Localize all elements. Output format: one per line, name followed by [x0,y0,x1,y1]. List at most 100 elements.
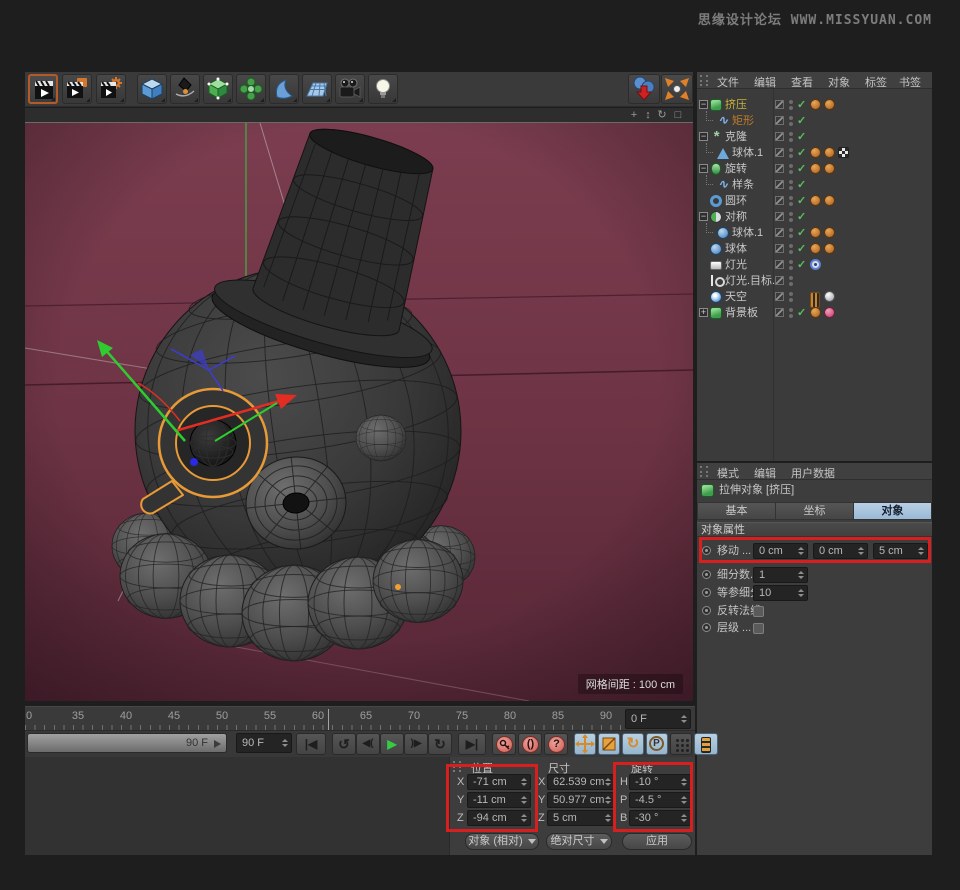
object-row-lathe[interactable]: − 旋转 ✓ [697,161,932,177]
primitive-cube-button[interactable] [137,74,167,104]
tab-coordinates[interactable]: 坐标 [776,502,854,520]
material-tag[interactable] [810,147,821,158]
timeline-ruler[interactable]: 0 35 40 45 50 55 60 65 70 75 80 85 90 0 … [25,706,695,731]
menu-mode[interactable]: 模式 [717,465,739,481]
size-y-field[interactable]: 50.977 cm [547,792,615,808]
stepper-icon[interactable] [680,714,688,724]
keyframe-radio[interactable] [702,623,711,632]
spline-pen-button[interactable] [170,74,200,104]
rotation-h-field[interactable]: -10 ° [629,774,691,790]
menu-edit[interactable]: 编辑 [754,74,776,90]
menu-view[interactable]: 查看 [791,74,813,90]
material-tag[interactable] [810,195,821,206]
next-key-button[interactable]: )▶ [404,733,428,755]
visibility-dots[interactable] [789,308,793,318]
enabled-check[interactable]: ✓ [797,241,806,257]
autokey-button[interactable]: () [518,733,542,755]
loop-button[interactable]: ↻ [428,733,452,755]
movement-y-field[interactable]: 0 cm [813,543,868,559]
stepper-icon[interactable] [797,546,805,556]
visibility-dots[interactable] [789,148,793,158]
collapse-icon[interactable]: − [699,132,708,141]
stepper-icon[interactable] [604,777,612,787]
keyframe-radio[interactable] [702,546,711,555]
layer-box[interactable] [775,276,784,285]
flip-normals-checkbox[interactable] [753,606,764,617]
make-editable-button[interactable] [628,74,660,104]
keying-selection-button[interactable] [670,733,692,755]
material-tag[interactable] [824,147,835,158]
iso-subdivision-field[interactable]: 10 [753,585,808,601]
visibility-dots[interactable] [789,260,793,270]
panel-grip-icon[interactable] [700,466,708,477]
keyframe-help-button[interactable]: ? [544,733,568,755]
stepper-icon[interactable] [680,777,688,787]
enabled-check[interactable]: ✓ [797,161,806,177]
white-material-tag[interactable] [824,291,835,302]
play-button[interactable]: ▶ [380,733,404,755]
menu-tags[interactable]: 标签 [865,74,887,90]
material-tag[interactable] [810,163,821,174]
layer-box[interactable] [775,244,784,253]
keyframe-radio[interactable] [702,588,711,597]
enabled-check[interactable]: ✓ [797,97,806,113]
material-tag[interactable] [824,227,835,238]
layer-box[interactable] [775,164,784,173]
enabled-check[interactable]: ✓ [797,193,806,209]
keyframe-radio[interactable] [702,570,711,579]
size-mode-button[interactable]: 绝对尺寸 [546,833,612,850]
collapse-icon[interactable]: − [699,100,708,109]
layer-box[interactable] [775,212,784,221]
rotate-icon[interactable]: ↻ [655,108,669,122]
menu-edit[interactable]: 编辑 [754,465,776,481]
layer-box[interactable] [775,148,784,157]
object-row-extrude[interactable]: − 挤压 ✓ [697,97,932,113]
layer-box[interactable] [775,116,784,125]
coordinate-mode-button[interactable]: 对象 (相对) [465,833,539,850]
subdivision-surface-button[interactable] [203,74,233,104]
play-backwards-button[interactable]: ↺ [332,733,356,755]
parameter-key-lock-button[interactable]: P [646,733,668,755]
movement-x-field[interactable]: 0 cm [753,543,808,559]
object-row-rectangle[interactable]: ∿ 矩形 ✓ [697,113,932,129]
object-row-spline[interactable]: ∿ 样条 ✓ [697,177,932,193]
render-view-button[interactable] [28,74,58,104]
stepper-icon[interactable] [281,738,289,748]
end-frame-field[interactable]: 0 F [625,709,691,729]
object-row-backdrop[interactable]: + 背景板 ✓ [697,305,932,321]
z-axis-handle[interactable] [190,458,198,466]
enabled-check[interactable]: ✓ [797,177,806,193]
material-tag[interactable] [824,163,835,174]
enabled-check[interactable]: ✓ [797,225,806,241]
hierarchy-checkbox[interactable] [753,623,764,634]
stepper-icon[interactable] [520,813,528,823]
goto-end-button[interactable]: ▶| [458,733,486,755]
visibility-dots[interactable] [789,180,793,190]
maximize-icon[interactable]: □ [671,108,685,122]
visibility-dots[interactable] [789,276,793,286]
layer-box[interactable] [775,260,784,269]
position-y-field[interactable]: -11 cm [467,792,531,808]
stepper-icon[interactable] [520,795,528,805]
enabled-check[interactable]: ✓ [797,145,806,161]
visibility-dots[interactable] [789,212,793,222]
object-row-cloner[interactable]: − * 克隆 ✓ [697,129,932,145]
stepper-icon[interactable] [797,588,805,598]
visibility-dots[interactable] [789,116,793,126]
zoom-icon[interactable]: ↕ [641,108,655,122]
position-z-field[interactable]: -94 cm [467,810,531,826]
object-row-sphere1-clone[interactable]: 球体.1 ✓ [697,145,932,161]
current-frame-field[interactable]: 90 F [236,733,292,753]
menu-bookmarks[interactable]: 书签 [899,74,921,90]
layer-box[interactable] [775,228,784,237]
visibility-dots[interactable] [789,100,793,110]
rotation-p-field[interactable]: -4.5 ° [629,792,691,808]
tab-basic[interactable]: 基本 [697,502,776,520]
material-tag[interactable] [824,243,835,254]
section-object-properties[interactable]: 对象属性 [697,522,932,537]
object-row-sphere1[interactable]: 球体.1 ✓ [697,225,932,241]
panel-grip-icon[interactable] [700,75,708,86]
timeline-scrubber[interactable]: 90 F [27,733,227,753]
light-target-tag[interactable] [810,259,821,270]
menu-user-data[interactable]: 用户数据 [791,465,835,481]
